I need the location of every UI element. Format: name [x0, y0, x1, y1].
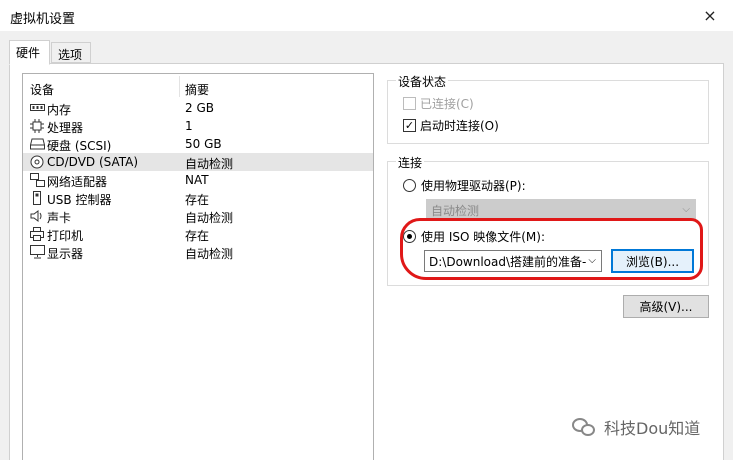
device-status-group: 设备状态 已连接(C) ✓ 启动时连接(O) [387, 73, 709, 144]
device-row-display[interactable]: 显示器 自动检测 [23, 243, 373, 261]
device-name: 显示器 [47, 247, 84, 261]
column-divider[interactable] [179, 76, 180, 97]
hard-disk-icon [29, 137, 45, 151]
connected-label: 已连接(C) [420, 97, 474, 111]
device-row-printer[interactable]: 打印机 存在 [23, 225, 373, 243]
device-row-cd-dvd[interactable]: CD/DVD (SATA) 自动检测 [23, 153, 373, 171]
tab-hardware[interactable]: 硬件 [9, 40, 50, 65]
device-summary: 50 GB [185, 137, 222, 151]
device-row-sound-card[interactable]: 声卡 自动检测 [23, 207, 373, 225]
device-rows: 内存 2 GB 处理器 1 硬盘 (SCSI) 50 GB CD/DVD (SA… [23, 99, 373, 261]
device-row-processor[interactable]: 处理器 1 [23, 117, 373, 135]
tab-options-label: 选项 [58, 48, 83, 62]
physical-drive-radio[interactable]: 使用物理驱动器(P): [403, 177, 526, 194]
device-name: 处理器 [47, 121, 84, 135]
close-button[interactable]: × [687, 0, 733, 31]
watermark-text: 科技Dou知道 [604, 419, 701, 438]
device-summary: 自动检测 [185, 211, 234, 225]
connect-at-power-on-label: 启动时连接(O) [420, 119, 499, 133]
memory-icon [29, 101, 45, 115]
device-name: 声卡 [47, 211, 72, 225]
network-adapter-icon [29, 173, 45, 187]
radio-indicator [403, 179, 416, 192]
advanced-button[interactable]: 高级(V)... [623, 295, 709, 318]
connect-at-power-on-checkbox[interactable]: ✓ 启动时连接(O) [403, 117, 499, 134]
device-summary: 1 [185, 119, 193, 133]
connection-title: 连接 [396, 154, 425, 171]
title-bar: 虚拟机设置 × [0, 0, 733, 31]
connected-checkbox[interactable]: 已连接(C) [403, 95, 474, 112]
device-name: 内存 [47, 103, 72, 117]
highlight-annotation [400, 218, 703, 280]
chevron-down-icon: ⌵ [682, 204, 690, 215]
tab-hardware-label: 硬件 [16, 46, 41, 60]
device-summary: 自动检测 [185, 157, 234, 171]
printer-icon [29, 227, 45, 241]
device-name: USB 控制器 [47, 193, 112, 207]
column-header-summary[interactable]: 摘要 [185, 81, 209, 98]
processor-icon [29, 119, 45, 133]
device-list[interactable]: 设备 摘要 内存 2 GB 处理器 1 硬盘 (SCSI) 50 GB CD/D… [22, 73, 374, 460]
window-title: 虚拟机设置 [10, 12, 76, 27]
device-summary: 2 GB [185, 101, 214, 115]
device-summary: NAT [185, 173, 209, 187]
list-header: 设备 摘要 [23, 74, 373, 99]
device-name: 打印机 [47, 229, 84, 243]
device-name: 网络适配器 [47, 175, 108, 189]
physical-drive-value: 自动检测 [431, 203, 480, 218]
usb-icon [29, 191, 45, 205]
device-name: CD/DVD (SATA) [47, 155, 139, 169]
close-icon: × [703, 6, 717, 25]
device-name: 硬盘 (SCSI) [47, 139, 112, 153]
device-row-network-adapter[interactable]: 网络适配器 NAT [23, 171, 373, 189]
cd-dvd-icon [29, 155, 45, 169]
physical-drive-label: 使用物理驱动器(P): [421, 179, 526, 193]
checkbox-box [403, 97, 416, 110]
device-summary: 存在 [185, 229, 210, 243]
advanced-button-label: 高级(V)... [639, 300, 693, 314]
device-row-hard-disk[interactable]: 硬盘 (SCSI) 50 GB [23, 135, 373, 153]
tab-options[interactable]: 选项 [51, 42, 91, 63]
chat-bubble-icon [572, 416, 598, 438]
watermark: 科技Dou知道 [572, 415, 700, 439]
checkmark-icon: ✓ [403, 119, 416, 132]
column-header-device[interactable]: 设备 [30, 81, 54, 98]
device-row-memory[interactable]: 内存 2 GB [23, 99, 373, 117]
sound-card-icon [29, 209, 45, 223]
display-icon [29, 245, 45, 259]
device-status-title: 设备状态 [396, 73, 449, 90]
device-summary: 存在 [185, 193, 210, 207]
device-row-usb-controller[interactable]: USB 控制器 存在 [23, 189, 373, 207]
device-summary: 自动检测 [185, 247, 234, 261]
